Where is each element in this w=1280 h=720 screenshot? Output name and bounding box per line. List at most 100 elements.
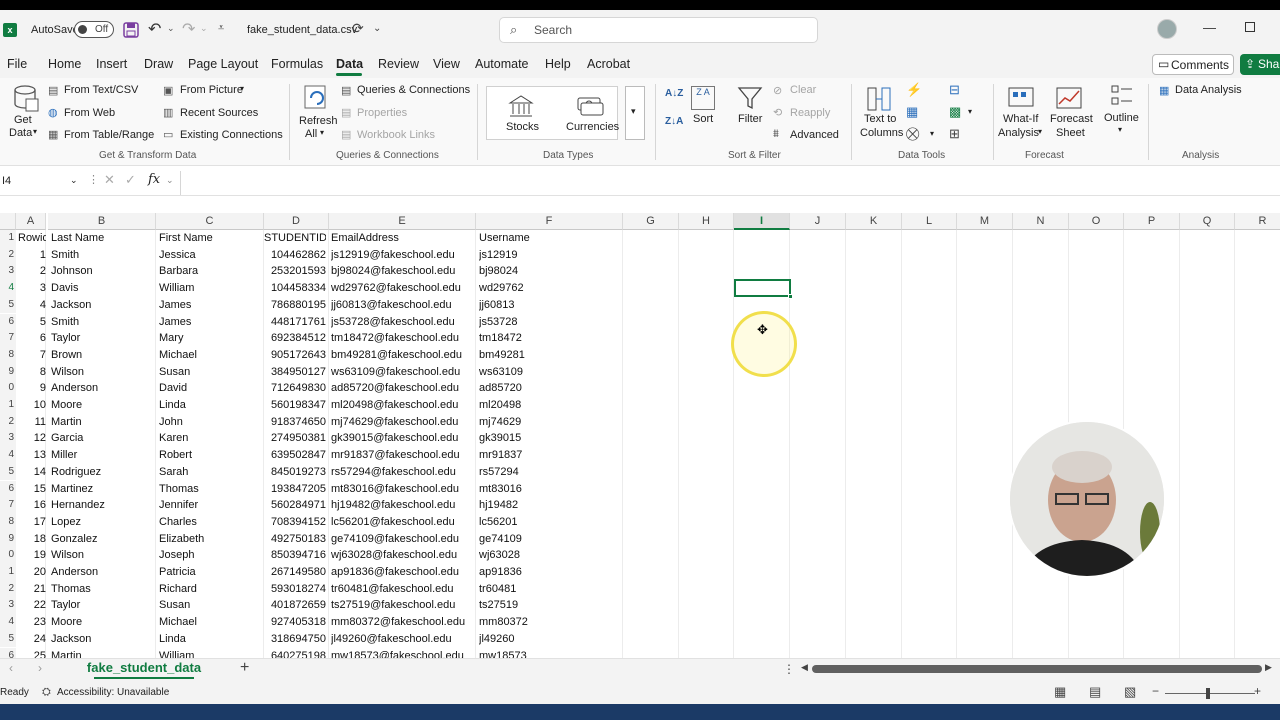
- outline-icon[interactable]: [1110, 84, 1134, 108]
- undo-dropdown-icon[interactable]: ⌄: [167, 23, 175, 34]
- data-cell[interactable]: mj74629: [479, 414, 623, 431]
- formula-input[interactable]: [182, 172, 1276, 192]
- data-cell[interactable]: David: [159, 380, 263, 397]
- data-types-expand[interactable]: ▾: [625, 86, 645, 140]
- data-cell[interactable]: Hernandez: [51, 497, 155, 514]
- row-header[interactable]: 2: [0, 580, 16, 598]
- fill-handle[interactable]: [788, 294, 793, 299]
- data-cell[interactable]: Elizabeth: [159, 531, 263, 548]
- page-break-view-icon[interactable]: ▧: [1124, 684, 1136, 700]
- data-cell[interactable]: Miller: [51, 447, 155, 464]
- sort[interactable]: Sort: [693, 113, 713, 125]
- search-box[interactable]: ⌕ Search: [499, 17, 818, 43]
- get-data-dropdown-icon[interactable]: ▾: [33, 127, 37, 136]
- normal-view-icon[interactable]: ▦: [1054, 684, 1066, 700]
- outline-dropdown-icon[interactable]: ▾: [1118, 125, 1122, 134]
- data-cell[interactable]: Barbara: [159, 263, 263, 280]
- data-cell[interactable]: Davis: [51, 280, 155, 297]
- data-cell[interactable]: ap91836@fakeschool.edu: [331, 564, 475, 581]
- prev-sheet-icon[interactable]: ‹: [9, 661, 13, 675]
- column-header-i[interactable]: I: [734, 213, 790, 230]
- data-cell[interactable]: ts27519@fakeschool.edu: [331, 597, 475, 614]
- data-cell[interactable]: mr91837: [479, 447, 623, 464]
- data-cell[interactable]: Susan: [159, 364, 263, 381]
- data-cell[interactable]: Johnson: [51, 263, 155, 280]
- data-cell[interactable]: Smith: [51, 314, 155, 331]
- data-cell[interactable]: 193847205: [264, 481, 326, 498]
- column-header-o[interactable]: O: [1069, 213, 1124, 230]
- data-cell[interactable]: bm49281: [479, 347, 623, 364]
- data-cell[interactable]: mm80372: [479, 614, 623, 631]
- row-header[interactable]: 6: [0, 647, 16, 658]
- row-header[interactable]: 4: [0, 280, 16, 297]
- data-cell[interactable]: John: [159, 414, 263, 431]
- data-cell[interactable]: jl49260@fakeschool.edu: [331, 631, 475, 648]
- data-cell[interactable]: Patricia: [159, 564, 263, 581]
- redo-dropdown-icon[interactable]: ⌄: [200, 23, 208, 34]
- header-cell[interactable]: First Name: [159, 230, 263, 247]
- data-cell[interactable]: Jackson: [51, 297, 155, 314]
- fx-dropdown-icon[interactable]: ⌄: [166, 175, 174, 186]
- menu-home[interactable]: Home: [48, 57, 81, 71]
- data-cell[interactable]: ws63109@fakeschool.edu: [331, 364, 475, 381]
- forecast-label-2[interactable]: Sheet: [1056, 127, 1085, 139]
- data-cell[interactable]: 23: [18, 614, 46, 631]
- data-cell[interactable]: Michael: [159, 347, 263, 364]
- data-cell[interactable]: Wilson: [51, 364, 155, 381]
- data-cell[interactable]: 560198347: [264, 397, 326, 414]
- data-cell[interactable]: 927405318: [264, 614, 326, 631]
- data-cell[interactable]: Jackson: [51, 631, 155, 648]
- data-cell[interactable]: 11: [18, 414, 46, 431]
- scroll-left-icon[interactable]: ◀: [801, 662, 808, 673]
- insert-function-icon[interactable]: fx: [148, 172, 160, 187]
- formula-options-icon[interactable]: ⋮: [88, 173, 99, 186]
- column-header-g[interactable]: G: [623, 213, 679, 230]
- data-cell[interactable]: 19: [18, 547, 46, 564]
- what-if-analysis-icon[interactable]: [1007, 86, 1035, 110]
- data-cell[interactable]: Rodriguez: [51, 464, 155, 481]
- row-header[interactable]: 2: [0, 413, 16, 431]
- row-header[interactable]: 8: [0, 513, 16, 531]
- data-cell[interactable]: wd29762: [479, 280, 623, 297]
- save-icon[interactable]: [123, 22, 139, 38]
- properties[interactable]: Properties: [357, 107, 407, 119]
- column-header-m[interactable]: M: [957, 213, 1013, 230]
- from-picture-dropdown-icon[interactable]: ▾: [240, 84, 244, 93]
- data-cell[interactable]: tr60481@fakeschool.edu: [331, 581, 475, 598]
- data-cell[interactable]: Anderson: [51, 564, 155, 581]
- data-cell[interactable]: Garcia: [51, 430, 155, 447]
- from-text-csv[interactable]: From Text/CSV: [64, 84, 138, 96]
- data-cell[interactable]: ge74109: [479, 531, 623, 548]
- data-cell[interactable]: tr60481: [479, 581, 623, 598]
- row-header[interactable]: 9: [0, 530, 16, 548]
- data-cell[interactable]: gk39015@fakeschool.edu: [331, 430, 475, 447]
- column-header-j[interactable]: J: [790, 213, 846, 230]
- advanced[interactable]: Advanced: [790, 129, 839, 141]
- name-box-dropdown-icon[interactable]: ⌄: [70, 175, 78, 186]
- scroll-right-icon[interactable]: ▶: [1265, 662, 1272, 673]
- column-header-n[interactable]: N: [1013, 213, 1069, 230]
- text-to-columns-icon[interactable]: [866, 86, 894, 112]
- autosave-toggle[interactable]: Off: [74, 21, 114, 38]
- data-cell[interactable]: tm18472: [479, 330, 623, 347]
- row-header[interactable]: 0: [0, 380, 16, 397]
- data-cell[interactable]: ge74109@fakeschool.edu: [331, 531, 475, 548]
- data-cell[interactable]: 6: [18, 330, 46, 347]
- data-cell[interactable]: bm49281@fakeschool.edu: [331, 347, 475, 364]
- refresh-all-icon[interactable]: [303, 84, 331, 112]
- outline[interactable]: Outline: [1104, 112, 1139, 124]
- data-cell[interactable]: wj63028: [479, 547, 623, 564]
- data-cell[interactable]: Wilson: [51, 547, 155, 564]
- data-cell[interactable]: 5: [18, 314, 46, 331]
- data-cell[interactable]: ts27519: [479, 597, 623, 614]
- data-cell[interactable]: 14: [18, 464, 46, 481]
- data-cell[interactable]: 593018274: [264, 581, 326, 598]
- row-header[interactable]: 5: [0, 630, 16, 648]
- data-cell[interactable]: Susan: [159, 597, 263, 614]
- data-cell[interactable]: Charles: [159, 514, 263, 531]
- header-cell[interactable]: Username: [479, 230, 623, 247]
- menu-review[interactable]: Review: [378, 57, 419, 71]
- data-cell[interactable]: Martin: [51, 414, 155, 431]
- data-cell[interactable]: tm18472@fakeschool.edu: [331, 330, 475, 347]
- from-web[interactable]: From Web: [64, 107, 115, 119]
